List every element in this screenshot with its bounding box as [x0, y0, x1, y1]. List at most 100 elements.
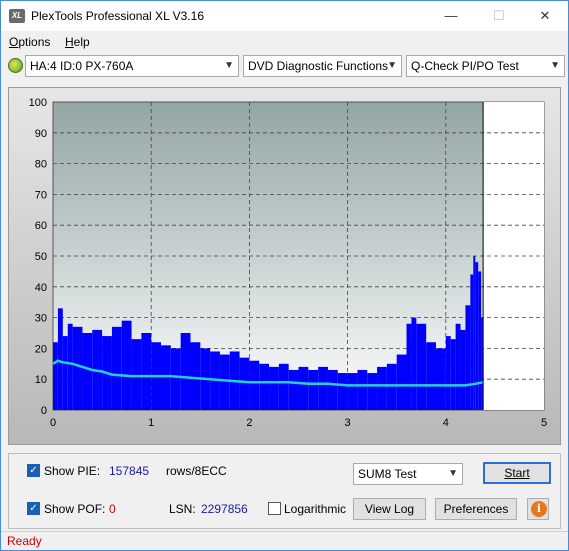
- show-pof-label: Show POF:: [44, 502, 106, 516]
- chart-panel: 0 10 20 30 40 50 60 70 80 90 100 0 1 2 3 4 5: [8, 87, 561, 445]
- preferences-button[interactable]: Preferences: [435, 498, 517, 520]
- chevron-down-icon: ▼: [224, 60, 234, 71]
- title-bar: XL PlexTools Professional XL V3.16 — ☐ ✕: [1, 1, 568, 31]
- pie-bar: [411, 317, 417, 410]
- chevron-down-icon: ▼: [387, 60, 397, 71]
- pie-bar: [82, 333, 93, 410]
- pie-bar: [190, 342, 201, 410]
- pie-bar: [367, 373, 378, 410]
- x-tick-label: 2: [246, 417, 252, 429]
- pof-count-value: 0: [109, 502, 116, 516]
- lsn-label: LSN:: [169, 502, 196, 516]
- pie-po-chart: 0 10 20 30 40 50 60 70 80 90 100 0 1 2 3 4 5: [29, 97, 547, 429]
- chevron-down-icon: ▼: [448, 468, 458, 479]
- show-pof-checkbox[interactable]: ✓: [27, 502, 40, 515]
- pie-bar: [239, 357, 250, 410]
- status-bar: Ready: [1, 531, 568, 550]
- pie-bar: [327, 369, 338, 410]
- x-tick-label: 3: [345, 417, 351, 429]
- maximize-button[interactable]: ☐: [476, 1, 522, 31]
- pie-bar: [298, 366, 309, 410]
- app-logo-icon: XL: [9, 9, 25, 23]
- pie-bar: [465, 305, 471, 410]
- pie-bar: [435, 348, 446, 410]
- pie-bar: [386, 363, 397, 410]
- drive-select[interactable]: HA:4 ID:0 PX-760A ▼: [25, 55, 239, 77]
- status-text: Ready: [7, 534, 42, 548]
- pie-bar: [131, 339, 142, 410]
- y-tick-label: 90: [35, 128, 47, 140]
- pie-bar: [318, 366, 328, 410]
- pie-bar: [57, 308, 63, 410]
- menu-options-accel: O: [9, 35, 19, 49]
- pie-bar: [249, 360, 260, 410]
- pie-bar: [470, 274, 474, 410]
- x-tick-label: 0: [50, 417, 56, 429]
- y-tick-label: 30: [35, 313, 47, 325]
- pie-bar: [219, 354, 230, 410]
- start-button[interactable]: Start: [483, 462, 551, 484]
- x-axis-ticks: 0 1 2 3 4 5: [50, 417, 547, 429]
- pie-bar: [478, 271, 482, 410]
- info-icon: i: [531, 501, 547, 517]
- pie-bar: [288, 369, 299, 410]
- control-panel: ✓ Show PIE: 157845 rows/8ECC SUM8 Test ▼…: [8, 453, 561, 529]
- menu-help[interactable]: Help: [65, 35, 90, 49]
- drive-icon: [8, 58, 23, 73]
- info-button[interactable]: i: [527, 498, 549, 520]
- minimize-button[interactable]: —: [428, 1, 474, 31]
- start-button-label: Start: [504, 466, 530, 480]
- lsn-value: 2297856: [201, 502, 248, 516]
- pie-bar: [62, 336, 68, 410]
- pie-bar: [278, 363, 289, 410]
- pie-bar: [460, 329, 466, 410]
- test-select[interactable]: Q-Check PI/PO Test ▼: [406, 55, 565, 77]
- pie-bar: [377, 366, 387, 410]
- y-tick-label: 50: [35, 251, 47, 263]
- pie-bar: [141, 333, 152, 410]
- pie-bar: [445, 336, 451, 410]
- pie-bar: [473, 256, 476, 410]
- y-tick-label: 0: [41, 405, 47, 417]
- app-window: XL PlexTools Professional XL V3.16 — ☐ ✕…: [0, 0, 569, 551]
- pie-bar: [67, 323, 73, 410]
- toolbar: HA:4 ID:0 PX-760A ▼ DVD Diagnostic Funct…: [1, 53, 568, 79]
- pie-bar: [426, 342, 436, 410]
- pie-bar: [416, 323, 427, 410]
- y-tick-label: 10: [35, 374, 47, 386]
- rows-unit-label: rows/8ECC: [166, 464, 227, 478]
- pie-bar: [53, 342, 58, 410]
- function-select[interactable]: DVD Diagnostic Functions ▼: [243, 55, 402, 77]
- drive-select-value: HA:4 ID:0 PX-760A: [30, 59, 134, 73]
- pie-bar: [347, 373, 358, 410]
- y-tick-label: 40: [35, 282, 47, 294]
- sum-test-select[interactable]: SUM8 Test ▼: [353, 463, 463, 485]
- menu-help-label: elp: [73, 35, 90, 49]
- pie-bar: [121, 320, 132, 410]
- pie-bar: [406, 323, 412, 410]
- pie-bar: [269, 366, 279, 410]
- pie-bar: [72, 326, 83, 410]
- view-log-button[interactable]: View Log: [353, 498, 426, 520]
- sum-test-select-value: SUM8 Test: [358, 467, 417, 481]
- pie-bar: [357, 369, 368, 410]
- close-button[interactable]: ✕: [522, 1, 568, 31]
- pie-bar: [455, 323, 461, 410]
- menu-bar: Options Help: [1, 32, 568, 52]
- x-tick-label: 4: [443, 417, 449, 429]
- logarithmic-checkbox[interactable]: [268, 502, 281, 515]
- x-tick-label: 1: [148, 417, 154, 429]
- show-pie-checkbox[interactable]: ✓: [27, 464, 40, 477]
- test-select-value: Q-Check PI/PO Test: [411, 59, 519, 73]
- pie-bar: [396, 354, 407, 410]
- y-tick-label: 60: [35, 220, 47, 232]
- y-tick-label: 100: [29, 97, 47, 109]
- pie-bar: [475, 262, 479, 410]
- logarithmic-label: Logarithmic: [284, 502, 347, 516]
- y-tick-label: 80: [35, 159, 47, 171]
- pie-bar: [337, 373, 348, 410]
- pie-bar: [450, 339, 456, 410]
- menu-options[interactable]: Options: [9, 35, 50, 49]
- unscanned-region: [483, 102, 544, 410]
- y-tick-label: 70: [35, 189, 47, 201]
